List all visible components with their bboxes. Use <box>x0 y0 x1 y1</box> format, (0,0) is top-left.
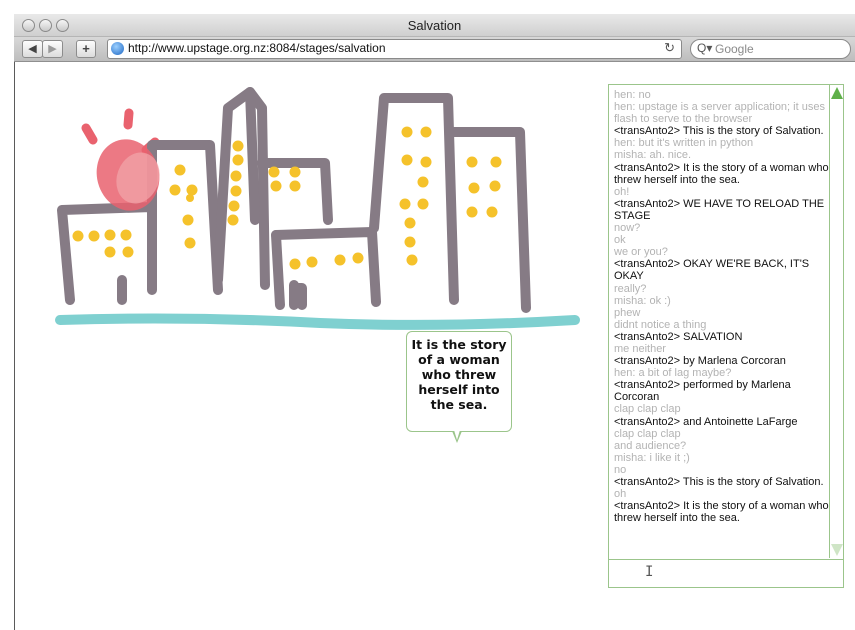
chat-message: no <box>614 463 627 476</box>
window-title: Salvation <box>407 18 462 33</box>
chat-message: phew <box>614 306 641 319</box>
back-button[interactable]: ◀ <box>22 40 43 58</box>
chat-message: and audience? <box>614 439 687 452</box>
browser-toolbar: ◀ ▶ + http://www.upstage.org.nz:8084/sta… <box>14 37 855 62</box>
forward-button[interactable]: ▶ <box>42 40 63 58</box>
chat-message: ok <box>614 234 626 247</box>
chat-input[interactable]: I <box>609 559 843 587</box>
window-titlebar: Salvation <box>14 14 855 37</box>
chat-message: hen: a bit of lag maybe? <box>614 367 732 380</box>
chat-message: clap clap clap <box>614 403 681 416</box>
address-bar[interactable]: http://www.upstage.org.nz:8084/stages/sa… <box>107 39 682 59</box>
window-left-border <box>14 62 15 630</box>
chat-message: <transAnto2> performed by Marlena Corcor… <box>614 379 791 404</box>
url-text[interactable]: http://www.upstage.org.nz:8084/stages/sa… <box>128 41 386 55</box>
chat-message: didnt notice a thing <box>614 318 707 331</box>
chat-message: <transAnto2> This is the story of Salvat… <box>614 476 824 488</box>
chat-log: hen: no hen: upstage is a server applicat… <box>614 89 834 559</box>
speech-bubble: It is the story of a woman who threw her… <box>406 331 512 443</box>
chat-message: hen: upstage is a server application; it… <box>614 101 825 126</box>
chat-message: <transAnto2> SALVATION <box>614 330 743 343</box>
chat-message: <transAnto2> and Antoinette LaFarge <box>614 415 798 428</box>
sea-line <box>55 313 580 330</box>
chat-message: oh <box>614 488 627 501</box>
stage-backdrop <box>55 87 580 330</box>
forward-arrow-icon: ▶ <box>48 43 57 55</box>
chat-message: hen: no <box>614 89 651 101</box>
chat-message: hen: but it's written in python <box>614 137 754 150</box>
speech-bubble-tail <box>452 430 462 443</box>
chat-message: <transAnto2> WE HAVE TO RELOAD THE STAGE <box>614 197 825 222</box>
back-arrow-icon: ◀ <box>28 43 37 55</box>
chat-message: <transAnto2> by Marlena Corcoran <box>614 355 786 368</box>
chat-panel: hen: no hen: upstage is a server applicat… <box>608 84 844 588</box>
chat-message: misha: ah. nice. <box>614 149 692 162</box>
search-icon: Q▾ <box>697 41 713 55</box>
chat-message: we or you? <box>614 246 668 259</box>
chat-message: misha: i like it ;) <box>614 451 690 464</box>
chat-message: <transAnto2> OKAY WE'RE BACK, IT'S OKAY <box>614 258 810 283</box>
chat-message: really? <box>614 282 647 295</box>
chat-message: now? <box>614 222 641 235</box>
add-bookmark-button[interactable]: + <box>76 40 96 58</box>
chat-message: me neither <box>614 342 666 355</box>
chat-message: <transAnto2> It is the story of a woman … <box>614 161 829 186</box>
chat-message: <transAnto2> This is the story of Salvat… <box>614 125 824 138</box>
search-placeholder: Google <box>715 42 754 56</box>
scroll-up-arrow-icon[interactable] <box>831 87 843 99</box>
reload-icon[interactable]: ↻ <box>664 40 675 56</box>
speech-bubble-text: It is the story of a woman who threw her… <box>411 337 507 412</box>
chat-message: <transAnto2> It is the story of a woman … <box>614 500 829 525</box>
chat-message: oh! <box>614 185 630 198</box>
globe-icon <box>111 42 124 55</box>
chat-message: misha: ok :) <box>614 294 671 307</box>
scroll-down-arrow-icon[interactable] <box>831 544 843 556</box>
text-cursor-icon: I <box>645 564 654 580</box>
chat-message: clap clap clap <box>614 427 681 440</box>
search-field[interactable]: Q▾ Google <box>690 39 851 59</box>
chat-scrollbar[interactable] <box>829 85 843 558</box>
